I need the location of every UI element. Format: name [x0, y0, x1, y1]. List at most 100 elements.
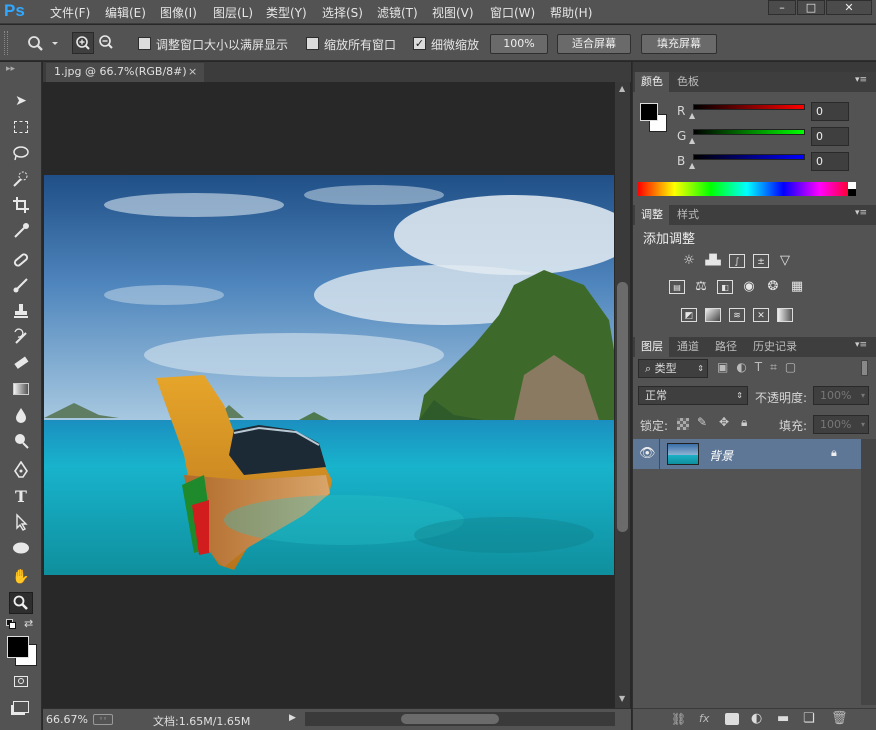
photo-filter-icon[interactable]: ◉ — [741, 280, 757, 294]
zoom-all-windows-checkbox[interactable] — [306, 37, 319, 50]
menu-type[interactable]: 类型(Y) — [266, 4, 307, 20]
healing-brush-tool-icon[interactable] — [9, 249, 33, 271]
hand-tool-icon[interactable]: ✋ — [9, 566, 33, 588]
default-colors-icon[interactable] — [6, 619, 16, 629]
status-menu-arrow-icon[interactable]: ▶ — [289, 713, 296, 723]
layers-scrollbar[interactable] — [861, 439, 876, 705]
document-image[interactable] — [44, 175, 614, 575]
vertical-scroll-thumb[interactable] — [617, 282, 628, 532]
tab-swatches[interactable]: 色板 — [671, 72, 705, 92]
path-selection-tool-icon[interactable] — [9, 511, 33, 533]
hue-saturation-icon[interactable]: ▤ — [669, 280, 685, 294]
maximize-button[interactable]: □ — [797, 0, 825, 15]
fit-screen-button[interactable]: 适合屏幕 — [557, 34, 631, 54]
add-mask-icon[interactable] — [725, 713, 739, 725]
layers-panel-menu-icon[interactable]: ▾≡ — [855, 340, 867, 350]
resize-windows-checkbox[interactable] — [138, 37, 151, 50]
zoom-tool-preset[interactable] — [26, 32, 62, 54]
gradient-map-icon[interactable] — [777, 308, 793, 322]
zoom-100-button[interactable]: 100% — [490, 34, 548, 54]
tab-history[interactable]: 历史记录 — [747, 337, 803, 357]
channel-mixer-icon[interactable]: ❂ — [765, 280, 781, 294]
zoom-in-button[interactable] — [72, 32, 94, 54]
screen-mode-icon[interactable] — [9, 696, 33, 718]
fill-field[interactable]: 100% ▾ — [813, 415, 869, 434]
vertical-scrollbar[interactable]: ▲ ▼ — [615, 82, 630, 708]
color-ramp[interactable] — [638, 182, 856, 196]
layer-name[interactable]: 背景 — [709, 447, 733, 464]
blur-tool-icon[interactable] — [9, 404, 33, 426]
scroll-up-icon[interactable]: ▲ — [619, 84, 625, 93]
b-slider-thumb[interactable]: ▲ — [689, 161, 695, 170]
quick-mask-icon[interactable] — [9, 670, 33, 692]
menu-edit[interactable]: 编辑(E) — [105, 4, 146, 20]
document-tab[interactable]: 1.jpg @ 66.7%(RGB/8#) × — [46, 63, 204, 82]
eyedropper-tool-icon[interactable] — [9, 220, 33, 242]
threshold-icon[interactable]: ≋ — [729, 308, 745, 322]
tab-styles[interactable]: 样式 — [671, 205, 705, 225]
lock-transparent-icon[interactable] — [677, 418, 689, 430]
quick-selection-tool-icon[interactable] — [9, 168, 33, 190]
options-grip[interactable] — [4, 31, 8, 55]
type-tool-icon[interactable]: T — [9, 485, 33, 507]
tab-adjustments[interactable]: 调整 — [635, 205, 669, 225]
layer-row-background[interactable]: 👁︎ 背景 🔒︎ — [633, 439, 861, 469]
eraser-tool-icon[interactable] — [9, 352, 33, 374]
b-slider[interactable] — [693, 154, 805, 160]
brightness-contrast-icon[interactable]: ☼ — [681, 254, 697, 268]
lock-all-icon[interactable]: 🔒︎ — [741, 415, 747, 430]
curves-icon[interactable]: ∫ — [729, 254, 745, 268]
ellipse-tool-icon[interactable] — [9, 537, 33, 559]
menu-image[interactable]: 图像(I) — [160, 4, 197, 20]
dodge-tool-icon[interactable] — [9, 430, 33, 452]
move-tool-icon[interactable]: ➤ — [9, 90, 33, 112]
zoom-out-button[interactable] — [96, 32, 118, 54]
document-tab-close-icon[interactable]: × — [188, 63, 197, 81]
brush-tool-icon[interactable] — [9, 274, 33, 296]
delete-layer-icon[interactable]: 🗑︎ — [831, 711, 848, 726]
scroll-down-icon[interactable]: ▼ — [619, 694, 625, 703]
collapse-toolbox-icon[interactable]: ▸▸ — [6, 64, 15, 74]
close-window-button[interactable]: ✕ — [826, 0, 872, 15]
status-share-icon[interactable]: ◦◦ — [93, 714, 113, 725]
opacity-field[interactable]: 100% ▾ — [813, 386, 869, 405]
b-value-field[interactable]: 0 — [811, 152, 849, 171]
zoom-level-field[interactable]: 66.67% — [46, 713, 88, 726]
scrubby-zoom-checkbox[interactable]: ✓ — [413, 37, 426, 50]
layer-filter-dropdown[interactable]: ⌕ 类型 ⇕ — [638, 359, 708, 378]
adjust-panel-menu-icon[interactable]: ▾≡ — [855, 208, 867, 218]
gradient-tool-icon[interactable] — [9, 378, 33, 400]
blend-mode-dropdown[interactable]: 正常 ⇕ — [638, 386, 748, 405]
tab-color[interactable]: 颜色 — [635, 72, 669, 92]
tab-channels[interactable]: 通道 — [671, 337, 705, 357]
g-value-field[interactable]: 0 — [811, 127, 849, 146]
menu-select[interactable]: 选择(S) — [322, 4, 363, 20]
r-slider-thumb[interactable]: ▲ — [689, 111, 695, 120]
g-slider[interactable] — [693, 129, 805, 135]
fx-icon[interactable]: fx — [699, 712, 709, 725]
selective-color-icon[interactable]: ✕ — [753, 308, 769, 322]
levels-icon[interactable]: ▟▙ — [705, 254, 721, 268]
zoom-tool-icon[interactable] — [9, 592, 33, 614]
menu-view[interactable]: 视图(V) — [432, 4, 474, 20]
horizontal-scrollbar[interactable] — [305, 712, 615, 726]
vibrance-icon[interactable]: ▽ — [777, 254, 793, 268]
color-balance-icon[interactable]: ⚖ — [693, 280, 709, 294]
new-layer-icon[interactable]: ❏ — [803, 711, 815, 726]
lasso-tool-icon[interactable] — [9, 142, 33, 164]
link-layers-icon[interactable]: ⛓ — [671, 712, 686, 726]
layer-visibility-eye-icon[interactable]: 👁︎ — [639, 446, 656, 461]
black-white-icon[interactable]: ◧ — [717, 280, 733, 294]
exposure-icon[interactable]: ± — [753, 254, 769, 268]
color-panel-menu-icon[interactable]: ▾≡ — [855, 75, 867, 85]
panel-dock-header[interactable] — [633, 62, 876, 72]
tab-paths[interactable]: 路径 — [709, 337, 743, 357]
menu-layer[interactable]: 图层(L) — [213, 4, 253, 20]
marquee-tool-icon[interactable] — [9, 116, 33, 138]
crop-tool-icon[interactable] — [9, 194, 33, 216]
g-slider-thumb[interactable]: ▲ — [689, 136, 695, 145]
color-lookup-icon[interactable]: ▦ — [789, 280, 805, 294]
swap-colors-icon[interactable]: ⇄ — [24, 617, 33, 630]
fill-screen-button[interactable]: 填充屏幕 — [641, 34, 717, 54]
new-group-icon[interactable]: ▬ — [777, 711, 789, 726]
